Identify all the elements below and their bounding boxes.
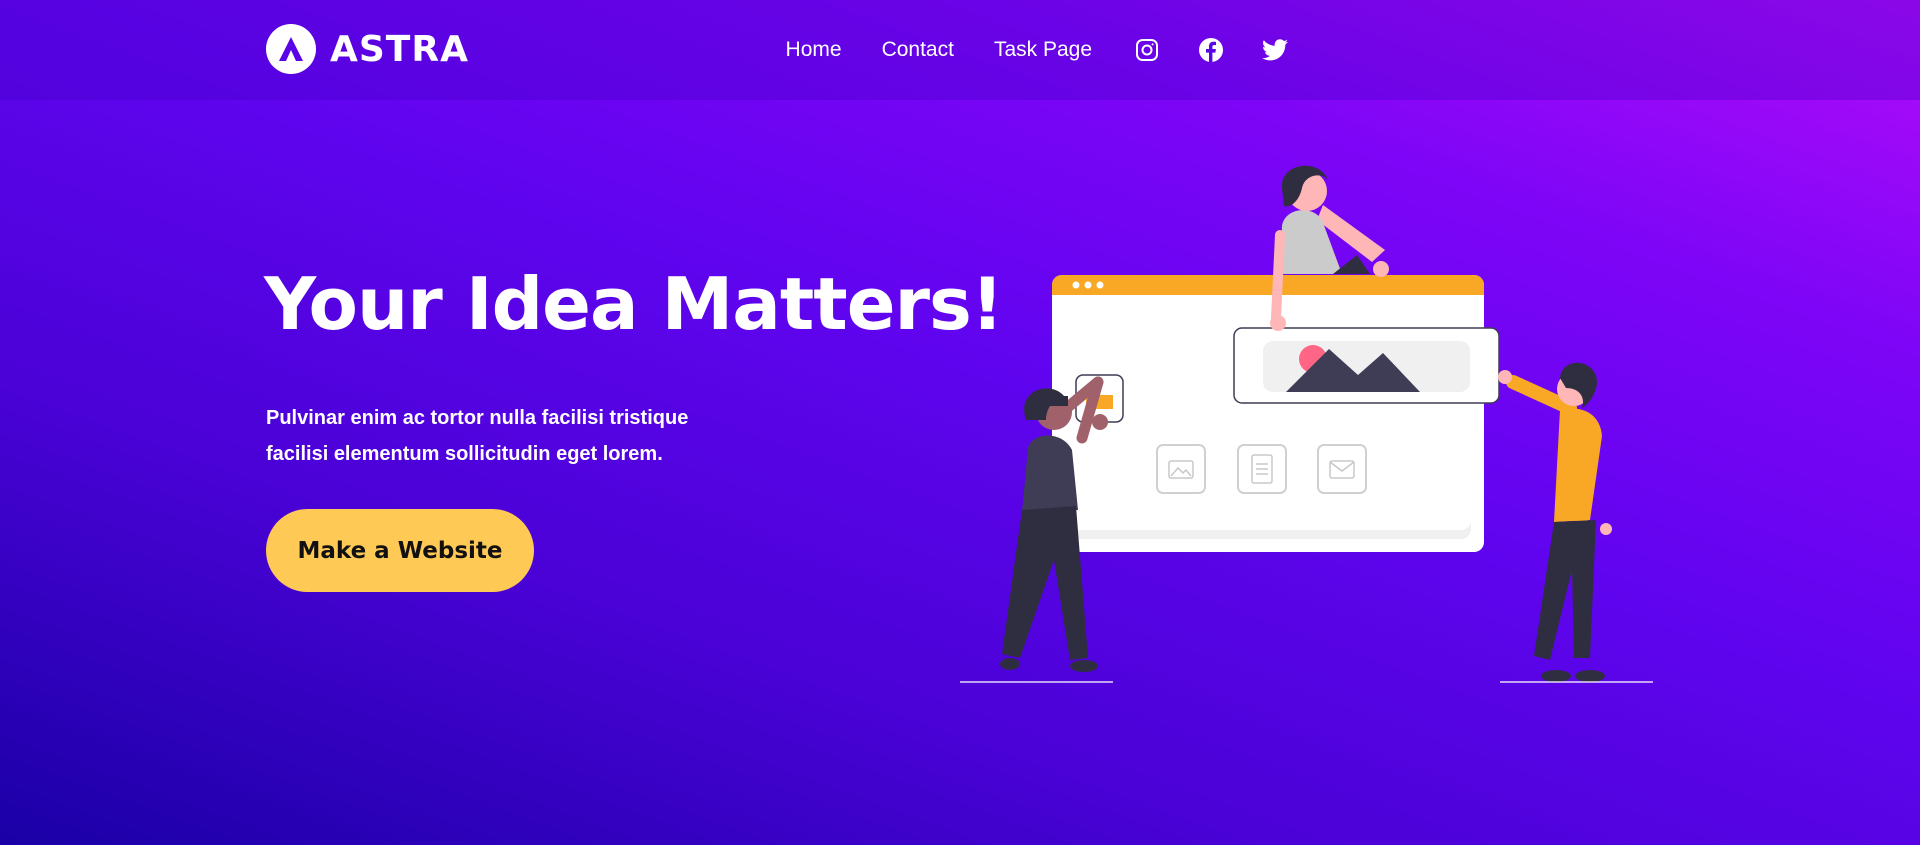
dark-mode-moon-icon[interactable] (1326, 37, 1352, 63)
hero-title: Your Idea Matters! (264, 262, 1004, 346)
site-logo[interactable]: ASTRA (266, 24, 469, 74)
make-website-button[interactable]: Make a Website (266, 509, 534, 592)
astra-logo-icon (266, 24, 316, 74)
hero-illustration (960, 165, 1653, 683)
instagram-icon[interactable] (1134, 37, 1160, 63)
facebook-icon[interactable] (1198, 37, 1224, 63)
twitter-icon[interactable] (1262, 37, 1288, 63)
nav-task-page[interactable]: Task Page (994, 38, 1092, 62)
man-right-illustration (1498, 362, 1612, 682)
brand-name: ASTRA (330, 28, 469, 70)
social-links (1134, 37, 1352, 63)
nav-contact[interactable]: Contact (882, 38, 954, 62)
main-nav: Home Contact Task Page (786, 0, 1352, 100)
site-header: ASTRA Home Contact Task Page (0, 0, 1920, 100)
hero-description: Pulvinar enim ac tortor nulla facilisi t… (266, 407, 689, 465)
image-card-illustration (1233, 327, 1500, 404)
nav-home[interactable]: Home (786, 38, 842, 62)
